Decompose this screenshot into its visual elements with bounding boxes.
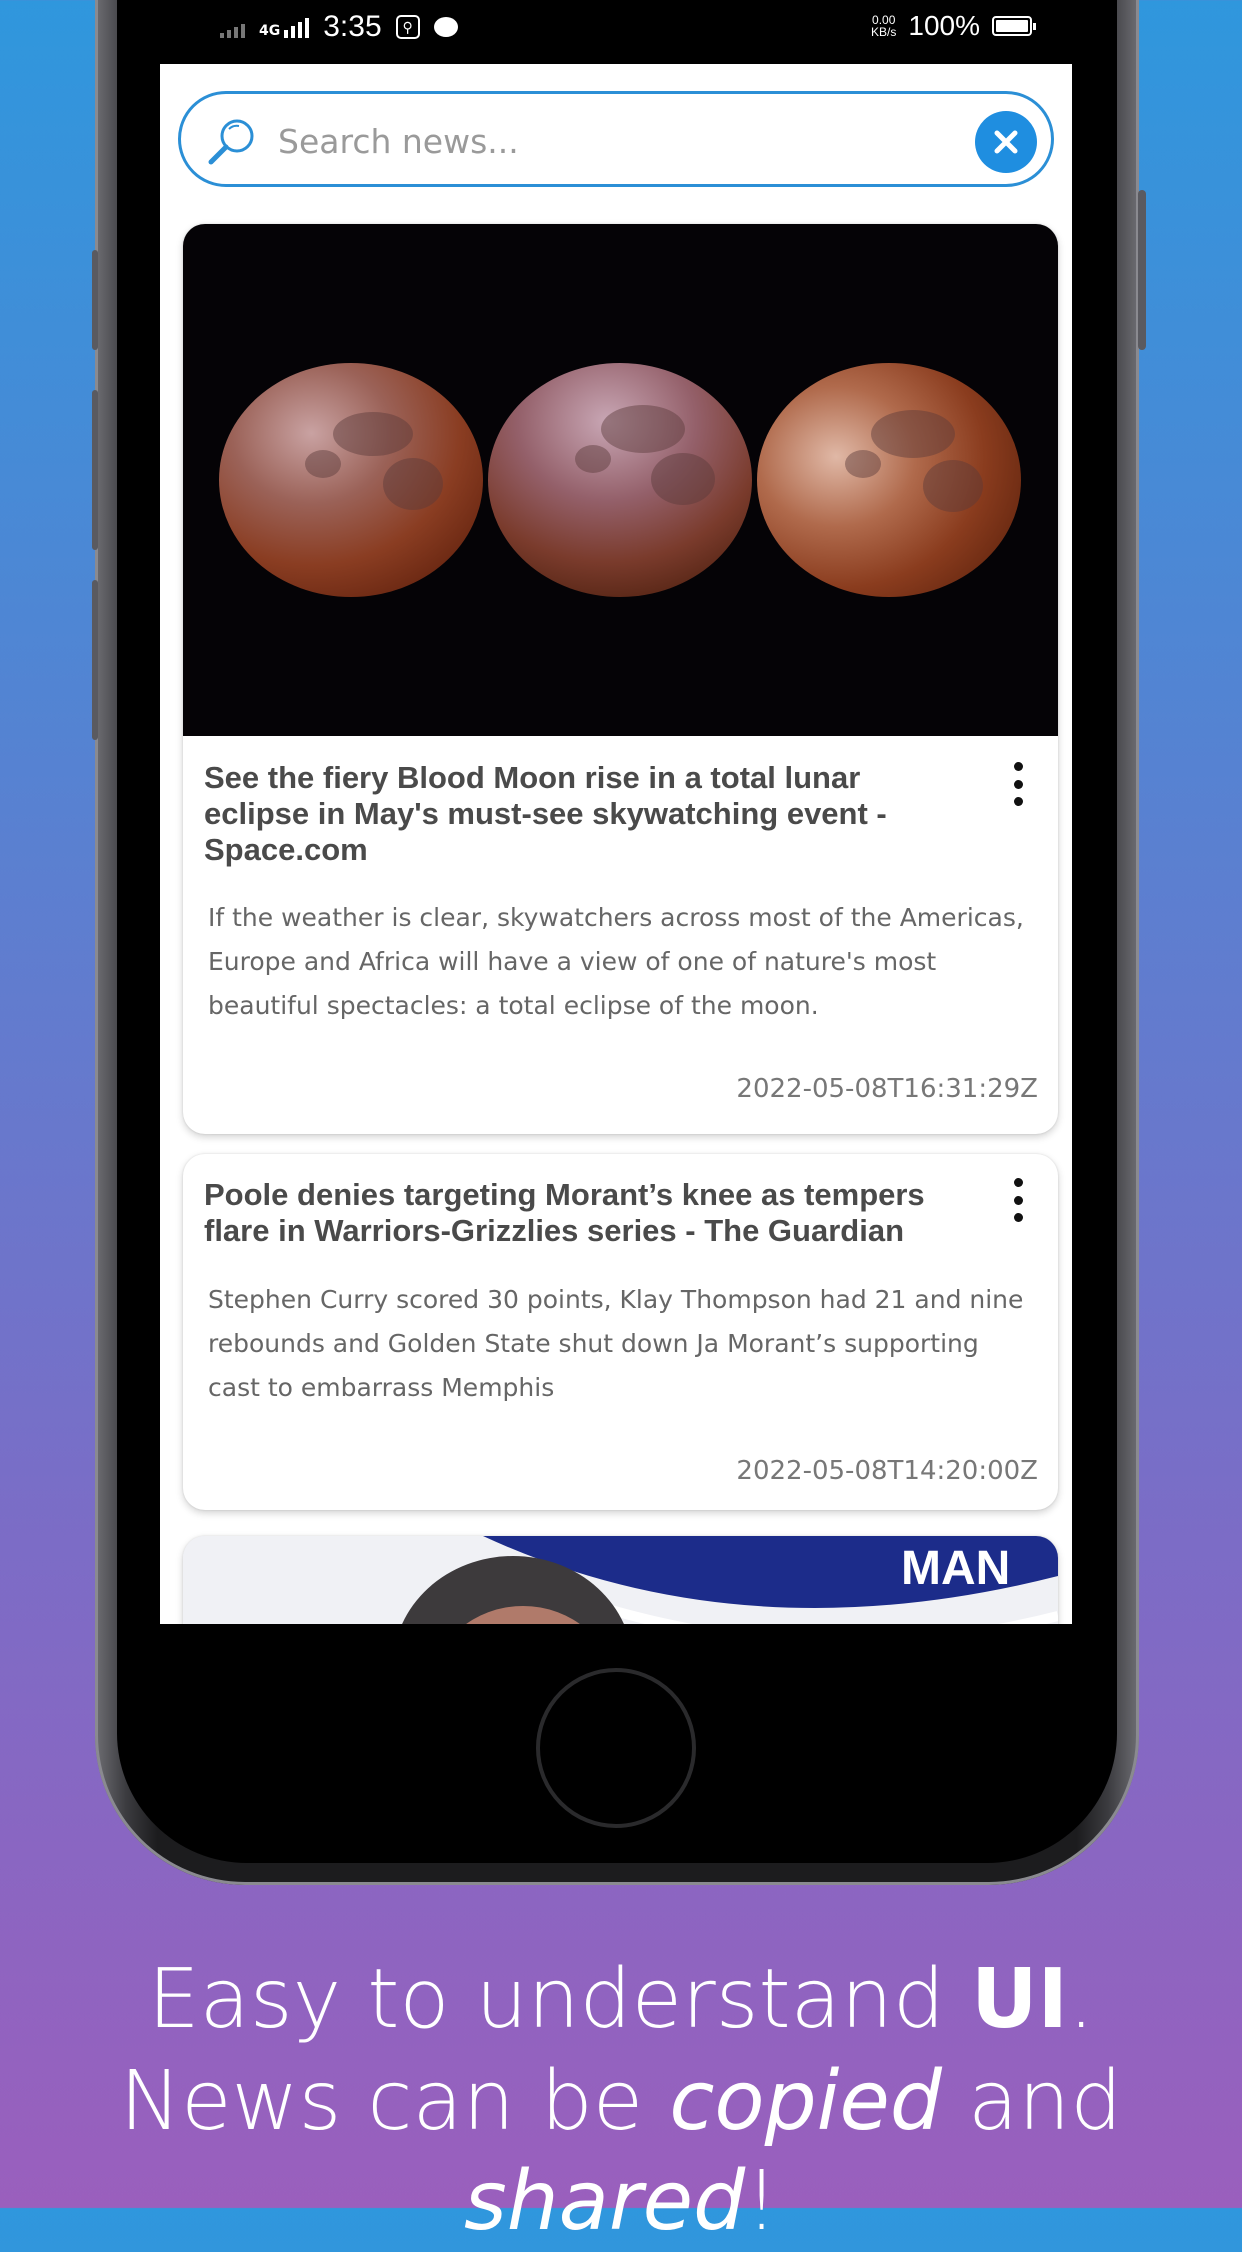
caption-text: News can be	[119, 2054, 670, 2149]
network-speed: 0.00 KB/s	[871, 14, 896, 38]
signal-icon	[220, 16, 245, 38]
article-description: Stephen Curry scored 30 points, Klay Tho…	[208, 1285, 1024, 1402]
article-title[interactable]: See the fiery Blood Moon rise in a total…	[204, 760, 964, 868]
blood-moon-image	[219, 363, 1021, 597]
more-options-icon[interactable]	[1008, 762, 1028, 806]
article-image	[183, 224, 1058, 736]
phone-volume-button	[92, 250, 98, 350]
search-icon	[208, 119, 254, 165]
promo-caption: Easy to understand UI.	[0, 1950, 1242, 2050]
phone-side-button	[1138, 190, 1146, 350]
phone-volume-button	[92, 390, 98, 550]
battery-percent: 100%	[908, 10, 980, 41]
phone-volume-button	[92, 580, 98, 740]
caption-emphasis: shared	[463, 2154, 746, 2249]
close-icon	[994, 130, 1018, 154]
news-card[interactable]: See the fiery Blood Moon rise in a total…	[183, 224, 1058, 1134]
app-screen: 4G 3:35 ⚲ 0.00 KB/s 100% Search news... …	[160, 0, 1072, 1624]
article-date: 2022-05-08T14:20:00Z	[736, 1456, 1038, 1486]
news-card[interactable]: MAN	[183, 1536, 1058, 1624]
article-image: MAN	[183, 1536, 1058, 1624]
caption-emphasis: UI	[970, 1952, 1069, 2047]
message-icon	[433, 17, 458, 37]
article-description: If the weather is clear, skywatchers acr…	[208, 903, 1024, 1020]
signal-icon	[284, 16, 310, 38]
caption-text: and	[941, 2054, 1123, 2149]
caption-text: !	[745, 2154, 779, 2249]
status-bar: 4G 3:35 ⚲ 0.00 KB/s 100%	[160, 0, 1072, 64]
news-card[interactable]: Poole denies targeting Morant’s knee as …	[183, 1154, 1058, 1510]
image-text: MAN	[901, 1542, 1010, 1595]
caption-emphasis: copied	[669, 2054, 942, 2149]
status-time: 3:35	[323, 10, 382, 43]
clear-search-button[interactable]	[975, 111, 1037, 173]
caption-text: .	[1068, 1952, 1095, 2047]
search-bar	[178, 91, 1054, 187]
usb-icon: ⚲	[395, 15, 420, 39]
search-input[interactable]	[276, 112, 920, 170]
home-button[interactable]	[536, 1668, 696, 1828]
promo-caption: News can be copied and shared!	[0, 2052, 1242, 2252]
caption-text: Easy to understand	[147, 1952, 971, 2047]
battery-icon	[992, 16, 1036, 36]
article-title[interactable]: Poole denies targeting Morant’s knee as …	[204, 1177, 964, 1249]
network-speed-unit: KB/s	[871, 25, 897, 39]
press-conference-image: MAN	[183, 1536, 1058, 1624]
network-type: 4G	[259, 23, 281, 39]
more-options-icon[interactable]	[1008, 1178, 1028, 1222]
article-date: 2022-05-08T16:31:29Z	[736, 1074, 1038, 1104]
